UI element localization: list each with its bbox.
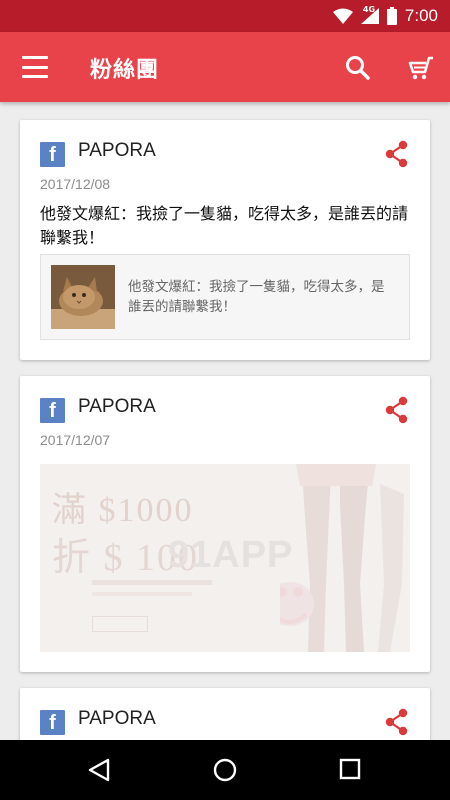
link-thumbnail [51, 265, 115, 329]
share-button[interactable] [384, 708, 410, 736]
recent-apps-icon [339, 758, 361, 780]
back-icon [88, 758, 110, 782]
post-source: PAPORA [78, 708, 156, 729]
post-date: 2017/12/07 [40, 432, 111, 448]
feed-list[interactable]: f PAPORA 2017/12/08 他發文爆紅：我撿了一隻貓，吃得太多，是誰… [0, 102, 450, 740]
promo-watermark: 91APP [168, 534, 294, 576]
recent-apps-button[interactable] [338, 757, 362, 781]
menu-icon-line [22, 56, 48, 59]
post-source: PAPORA [78, 396, 156, 417]
facebook-icon: f [40, 142, 65, 167]
cellular-icon: 4G [360, 5, 379, 24]
post-card[interactable]: f PAPORA [20, 688, 430, 740]
network-type-label: 4G [362, 5, 376, 14]
promo-button-graphic [92, 616, 148, 632]
battery-icon [386, 7, 397, 25]
share-icon [385, 396, 408, 424]
post-card[interactable]: f PAPORA 2017/12/07 滿 $1000 折 $ 100 91AP… [20, 376, 430, 672]
post-text: 他發文爆紅：我撿了一隻貓，吃得太多，是誰丟的請聯繫我！ [40, 204, 409, 247]
share-button[interactable] [384, 140, 410, 168]
search-icon [346, 56, 370, 80]
home-icon [213, 758, 237, 782]
facebook-icon: f [40, 398, 65, 423]
menu-icon-line [22, 75, 48, 78]
post-date: 2017/12/08 [40, 176, 111, 192]
promo-image[interactable]: 滿 $1000 折 $ 100 91APP [40, 464, 410, 652]
boots-image [280, 464, 404, 652]
status-bar: 4G 7:00 [0, 0, 450, 32]
facebook-icon: f [40, 710, 65, 735]
post-source: PAPORA [78, 140, 156, 161]
app-bar: 粉絲團 [0, 32, 450, 102]
status-time: 7:00 [404, 6, 438, 25]
wifi-icon [332, 8, 353, 24]
promo-fine-print [92, 592, 192, 596]
page-title: 粉絲團 [90, 58, 160, 83]
share-icon [385, 708, 408, 736]
menu-button[interactable] [18, 52, 52, 82]
promo-line-1: 滿 $1000 [52, 492, 194, 529]
menu-icon-line [22, 65, 48, 69]
home-button[interactable] [212, 756, 238, 784]
promo-fine-print [92, 580, 212, 585]
back-button[interactable] [86, 756, 112, 784]
search-button[interactable] [344, 54, 372, 82]
cart-button[interactable] [406, 54, 436, 82]
post-card[interactable]: f PAPORA 2017/12/08 他發文爆紅：我撿了一隻貓，吃得太多，是誰… [20, 120, 430, 360]
share-button[interactable] [384, 396, 410, 424]
link-title: 他發文爆紅：我撿了一隻貓，吃得太多，是誰丟的請聯繫我！ [128, 279, 385, 315]
share-icon [385, 140, 408, 168]
cart-icon [408, 56, 433, 80]
navigation-bar [0, 740, 450, 800]
status-icons: 4G 7:00 [332, 5, 438, 26]
link-preview[interactable]: 他發文爆紅：我撿了一隻貓，吃得太多，是誰丟的請聯繫我！ [40, 254, 410, 340]
